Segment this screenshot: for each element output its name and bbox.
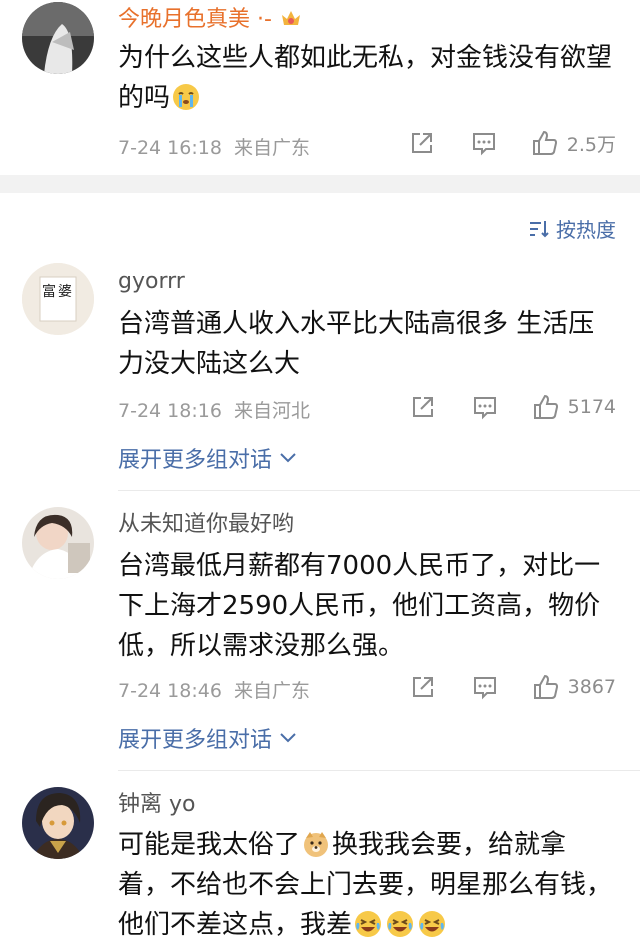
- sort-label: 按热度: [556, 218, 616, 242]
- like-count: 2.5万: [566, 133, 616, 156]
- laughing-crying-emoji-icon: [419, 911, 446, 937]
- comment-1: 今晚月色真美 ·- 为什么这些人都如此无私，对金钱没有欲望的吗 7-24 16:…: [0, 0, 640, 175]
- like-button[interactable]: 5174: [532, 393, 616, 421]
- username[interactable]: 从未知道你最好哟: [118, 511, 294, 539]
- thumbs-up-icon: [532, 130, 557, 155]
- avatar[interactable]: [22, 787, 94, 859]
- comment-meta: 7-24 16:18 来自广东: [118, 133, 310, 160]
- expand-label: 展开更多组对话: [118, 728, 273, 753]
- comment-text: 台湾普通人收入水平比大陆高很多 生活压力没大陆这么大: [118, 309, 595, 379]
- share-button[interactable]: [410, 674, 436, 700]
- divider: [118, 770, 640, 771]
- avatar-image: [22, 507, 94, 579]
- location: 来自广东: [234, 137, 311, 159]
- share-icon: [411, 133, 432, 153]
- username[interactable]: gyorrr: [118, 268, 185, 296]
- section-divider: [0, 175, 640, 193]
- doge-emoji-icon: [304, 832, 329, 857]
- comment-icon: [473, 397, 496, 420]
- like-count: 5174: [567, 396, 616, 418]
- comment-button[interactable]: [471, 130, 497, 156]
- like-count: 3867: [567, 676, 616, 698]
- comment-meta: 7-24 18:16 来自河北: [118, 396, 310, 423]
- comment-actions: 2.5万: [409, 129, 616, 157]
- expand-conversation-link[interactable]: 展开更多组对话: [118, 442, 298, 474]
- comment-actions: 3867: [410, 673, 616, 701]
- share-button[interactable]: [410, 394, 436, 420]
- avatar-image: [22, 787, 94, 859]
- chevron-down-icon: [280, 733, 296, 743]
- comment-text: 为什么这些人都如此无私，对金钱没有欲望的吗: [118, 43, 613, 113]
- crying-emoji-icon: [173, 84, 200, 110]
- avatar[interactable]: [22, 2, 94, 74]
- expand-label: 展开更多组对话: [118, 448, 273, 473]
- thumbs-up-icon: [533, 674, 558, 699]
- avatar-image: [22, 2, 94, 74]
- comment-icon: [472, 133, 495, 156]
- laughing-crying-emoji-icon: [387, 911, 414, 937]
- username[interactable]: 钟离 yo: [118, 791, 195, 819]
- comment-button[interactable]: [472, 394, 498, 420]
- laughing-crying-emoji-icon: [355, 911, 382, 937]
- divider: [118, 490, 640, 491]
- share-button[interactable]: [409, 130, 435, 156]
- like-button[interactable]: 3867: [532, 673, 616, 701]
- thumbs-up-icon: [533, 394, 558, 419]
- comment-text: 台湾最低月薪都有7000人民币了，对比一下上海才2590人民币，他们工资高，物价…: [118, 551, 601, 661]
- share-icon: [412, 677, 433, 697]
- share-icon: [412, 397, 433, 417]
- timestamp: 7-24 18:46: [118, 680, 222, 702]
- location: 来自广东: [234, 680, 311, 702]
- avatar[interactable]: 富婆: [22, 263, 94, 335]
- location: 来自河北: [234, 400, 311, 422]
- username[interactable]: 今晚月色真美 ·-: [118, 6, 303, 34]
- expand-conversation-link[interactable]: 展开更多组对话: [118, 722, 298, 754]
- comment-text: 可能是我太俗了 换我我会要，给就拿着，不给也不会上门去要，明星那么有钱，他们不差这…: [118, 830, 613, 940]
- avatar[interactable]: [22, 507, 94, 579]
- comment-button[interactable]: [472, 674, 498, 700]
- sort-icon: [530, 220, 549, 237]
- timestamp: 7-24 16:18: [118, 137, 222, 159]
- chevron-down-icon: [280, 453, 296, 463]
- comment-icon: [473, 677, 496, 700]
- crown-badge-icon: [281, 11, 300, 25]
- sort-button[interactable]: 按热度: [528, 214, 616, 243]
- avatar-text: 富婆: [42, 284, 74, 300]
- comment-actions: 5174: [410, 393, 616, 421]
- like-button[interactable]: 2.5万: [531, 129, 616, 157]
- comment-meta: 7-24 18:46 来自广东: [118, 676, 310, 703]
- timestamp: 7-24 18:16: [118, 400, 222, 422]
